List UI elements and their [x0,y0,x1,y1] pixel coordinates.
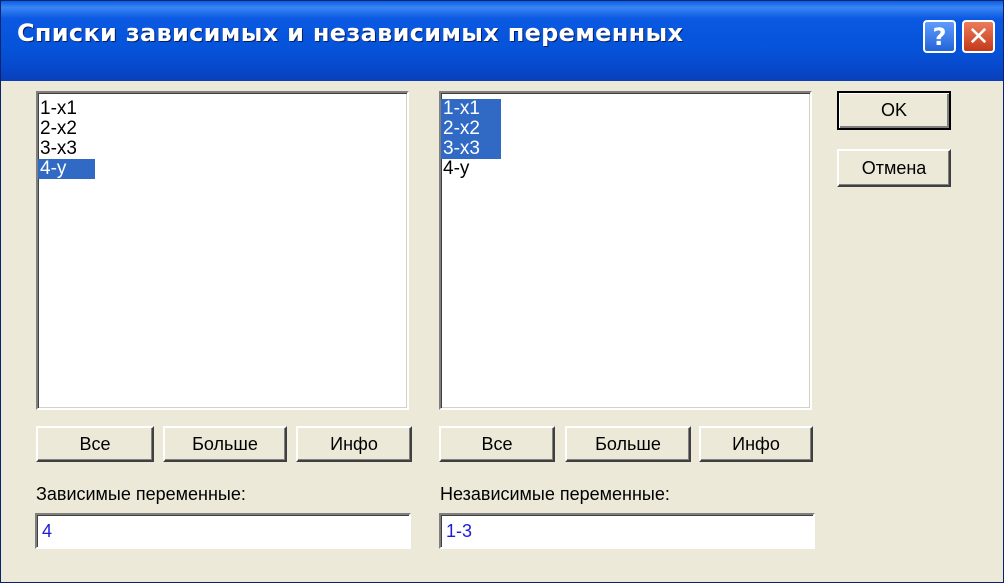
title-bar[interactable]: Списки зависимых и независимых переменны… [1,1,1003,81]
ok-button[interactable]: OK [837,91,951,130]
dependent-variables-label: Зависимые переменные: [36,484,246,504]
left-info-button[interactable]: Инфо [296,426,412,462]
independent-variables-field[interactable]: 1-3 [439,513,815,549]
left-more-button[interactable]: Больше [163,426,287,462]
list-item[interactable]: 2-x2 [38,119,407,139]
variables-dialog: Списки зависимых и независимых переменны… [0,0,1004,583]
right-all-button[interactable]: Все [439,426,555,462]
cancel-button[interactable]: Отмена [837,149,951,187]
dependent-variables-list[interactable]: 1-x1 2-x2 3-x3 4-y [36,91,409,410]
list-item-selected[interactable]: 3-x3 [441,139,501,159]
window-title: Списки зависимых и независимых переменны… [17,19,684,47]
list-item[interactable]: 4-y [441,159,810,179]
right-more-button[interactable]: Больше [565,426,691,462]
left-all-button[interactable]: Все [36,426,154,462]
close-icon[interactable]: ✕ [962,20,995,53]
dependent-variables-field[interactable]: 4 [35,513,411,549]
independent-variables-label: Независимые переменные: [440,484,670,504]
independent-variables-list[interactable]: 1-x1 2-x2 3-x3 4-y [439,91,812,410]
list-item-selected[interactable]: 4-y [38,159,95,179]
help-icon[interactable]: ? [923,20,956,53]
list-item[interactable]: 3-x3 [38,139,407,159]
list-item-selected[interactable]: 2-x2 [441,119,501,139]
right-info-button[interactable]: Инфо [699,426,813,462]
list-item[interactable]: 1-x1 [38,99,407,119]
list-item-selected[interactable]: 1-x1 [441,99,501,119]
